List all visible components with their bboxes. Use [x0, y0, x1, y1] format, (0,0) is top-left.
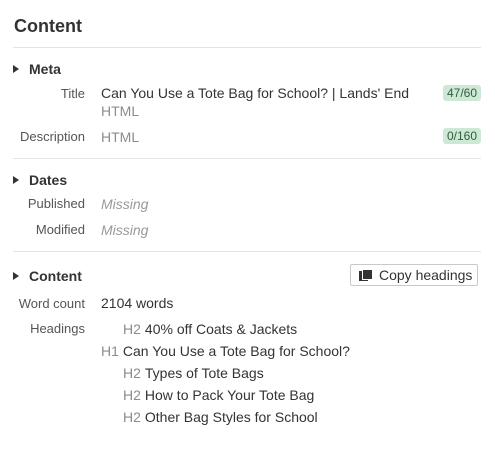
- description-label: Description: [19, 129, 85, 144]
- copy-headings-button[interactable]: Copy headings: [350, 264, 478, 286]
- copy-headings-label: Copy headings: [379, 267, 473, 283]
- heading-level: H1: [101, 343, 119, 359]
- modified-value: Missing: [101, 222, 149, 238]
- description-length-badge: 0/160: [442, 128, 481, 144]
- section-label-content: Content: [29, 268, 82, 284]
- section-toggle-dates[interactable]: Dates: [13, 172, 67, 188]
- heading-text: Types of Tote Bags: [144, 365, 264, 381]
- title-length-badge: 47/60: [442, 85, 481, 101]
- heading-level: H2: [123, 409, 141, 425]
- heading-item: H2 How to Pack Your Tote Bag: [123, 387, 314, 403]
- caret-right-icon: [13, 176, 19, 184]
- section-toggle-content[interactable]: Content: [13, 268, 82, 284]
- headings-label: Headings: [30, 321, 85, 336]
- heading-text: Other Bag Styles for School: [144, 409, 318, 425]
- heading-level: H2: [123, 321, 141, 337]
- word-count-label: Word count: [18, 296, 85, 311]
- heading-item: H2 Other Bag Styles for School: [123, 409, 318, 425]
- title-label: Title: [60, 86, 85, 101]
- modified-label: Modified: [35, 222, 85, 237]
- word-count-value: 2104 words: [101, 295, 174, 311]
- title-source: HTML: [101, 103, 140, 119]
- heading-item: H2 40% off Coats & Jackets: [123, 321, 297, 337]
- heading-item: H1 Can You Use a Tote Bag for School?: [101, 343, 350, 359]
- title-value: Can You Use a Tote Bag for School? | Lan…: [101, 85, 410, 101]
- published-label: Published: [27, 196, 85, 211]
- page-title: Content: [14, 16, 82, 36]
- section-toggle-meta[interactable]: Meta: [13, 61, 61, 77]
- caret-right-icon: [13, 65, 19, 73]
- heading-text: How to Pack Your Tote Bag: [144, 387, 315, 403]
- caret-right-icon: [13, 272, 19, 280]
- section-label-dates: Dates: [29, 172, 68, 188]
- divider: [13, 47, 481, 48]
- heading-text: Can You Use a Tote Bag for School?: [122, 343, 350, 359]
- published-value: Missing: [101, 196, 149, 212]
- heading-text: 40% off Coats & Jackets: [144, 321, 298, 337]
- section-label-meta: Meta: [29, 61, 61, 77]
- description-source: HTML: [101, 129, 140, 145]
- divider: [13, 158, 481, 159]
- heading-level: H2: [123, 387, 141, 403]
- divider: [13, 251, 481, 252]
- heading-level: H2: [123, 365, 141, 381]
- heading-item: H2 Types of Tote Bags: [123, 365, 264, 381]
- copy-icon: [359, 269, 373, 281]
